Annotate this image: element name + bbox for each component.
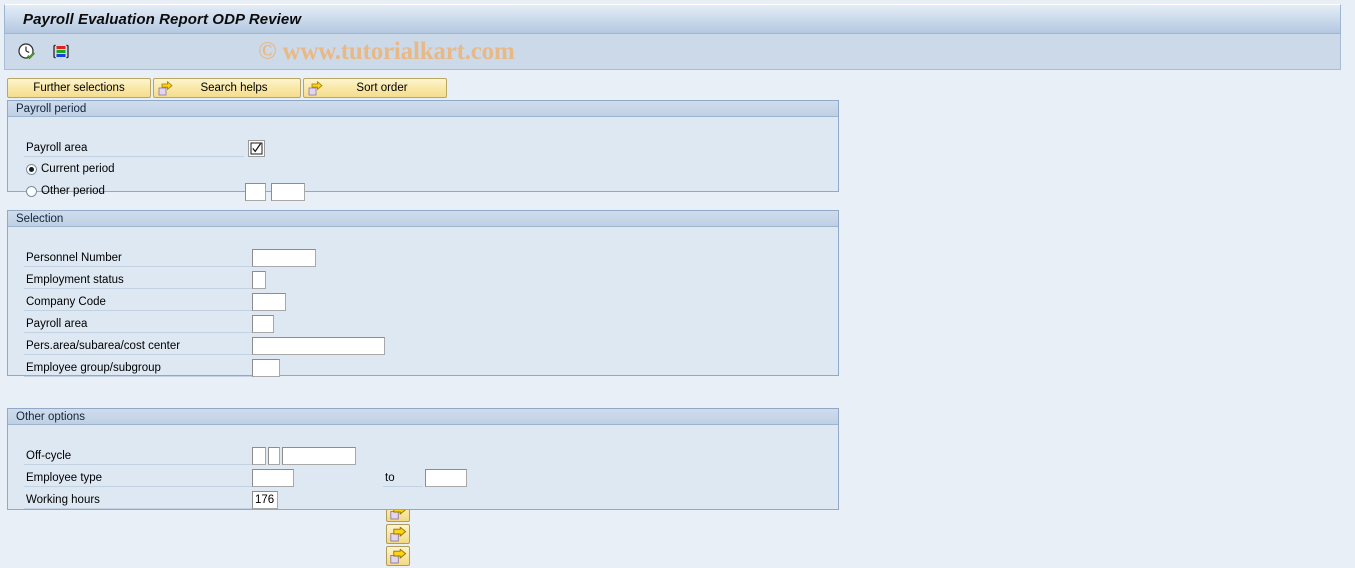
sort-order-button[interactable]: Sort order (303, 78, 447, 98)
field-row-employee-type: Employee type (24, 469, 252, 487)
yellow-arrow-icon (308, 80, 324, 100)
field-row-off-cycle: Off-cycle (24, 447, 252, 465)
label-pers-area: Pers.area/subarea/cost center (24, 337, 252, 355)
sap-selection-screen: Payroll Evaluation Report ODP Review © w… (0, 0, 1355, 568)
search-helps-button[interactable]: Search helps (153, 78, 301, 98)
group-selection: Selection Personnel Number Employment st… (7, 210, 839, 566)
search-helps-label: Search helps (200, 82, 268, 94)
group-title-other-options: Other options (8, 409, 838, 425)
window-title-bar: Payroll Evaluation Report ODP Review (4, 4, 1341, 34)
radio-indicator-other-period (26, 185, 37, 197)
label-employee-type: Employee type (24, 469, 252, 487)
field-row-employment-status: Employment status (24, 271, 252, 289)
other-period-input-2[interactable] (271, 183, 305, 201)
further-selections-label: Further selections (33, 82, 125, 94)
input-company-code[interactable] (252, 293, 286, 311)
field-row-pers-area: Pers.area/subarea/cost center (24, 337, 252, 355)
execute-clock-icon[interactable] (15, 40, 39, 64)
label-current-period: Current period (41, 163, 115, 175)
label-payroll-area: Payroll area (24, 139, 244, 157)
radio-other-period[interactable]: Other period (26, 185, 105, 197)
input-off-cycle-2[interactable] (268, 447, 280, 465)
label-employment-status: Employment status (24, 271, 252, 289)
group-other-options: Other options Off-cycle Employee type to (7, 408, 839, 510)
input-off-cycle-1[interactable] (252, 447, 266, 465)
other-period-input-1[interactable] (245, 183, 266, 201)
sort-order-label: Sort order (356, 82, 408, 94)
label-off-cycle: Off-cycle (24, 447, 252, 465)
label-working-hours: Working hours (24, 491, 252, 509)
input-off-cycle-3[interactable] (282, 447, 356, 465)
field-row-employee-group: Employee group/subgroup (24, 359, 252, 377)
further-selections-button[interactable]: Further selections (7, 78, 151, 98)
label-company-code: Company Code (24, 293, 252, 311)
label-selection-payroll-area: Payroll area (24, 315, 252, 333)
function-button-row: Further selections Search helps Sort ord… (7, 78, 447, 98)
field-row-working-hours: Working hours (24, 491, 252, 509)
input-employment-status[interactable] (252, 271, 266, 289)
yellow-arrow-icon (158, 80, 174, 100)
multi-select-button-payroll-area[interactable] (386, 524, 410, 544)
application-toolbar (4, 34, 1341, 70)
multi-select-button-pers-area[interactable] (386, 546, 410, 566)
group-payroll-period: Payroll period Payroll area Current peri… (7, 100, 839, 201)
radio-current-period[interactable]: Current period (26, 163, 115, 175)
input-employee-type-from[interactable] (252, 469, 294, 487)
input-personnel-number[interactable] (252, 249, 316, 267)
label-employee-group: Employee group/subgroup (24, 359, 252, 377)
field-row-payroll-area: Payroll area (24, 139, 265, 157)
field-row-personnel-number: Personnel Number (24, 249, 252, 267)
checkbox-check-icon[interactable] (248, 139, 265, 157)
group-title-payroll-period: Payroll period (8, 101, 838, 117)
input-working-hours[interactable] (252, 491, 278, 509)
group-title-selection: Selection (8, 211, 838, 227)
label-personnel-number: Personnel Number (24, 249, 252, 267)
color-bars-icon[interactable] (49, 40, 73, 64)
input-employee-group[interactable] (252, 359, 280, 377)
page-title: Payroll Evaluation Report ODP Review (23, 10, 302, 28)
field-row-company-code: Company Code (24, 293, 252, 311)
label-to: to (383, 469, 423, 487)
field-row-payroll-area: Payroll area (24, 315, 252, 333)
input-selection-payroll-area[interactable] (252, 315, 274, 333)
label-other-period: Other period (41, 185, 105, 197)
radio-indicator-current-period (26, 163, 37, 175)
input-employee-type-to[interactable] (425, 469, 467, 487)
input-pers-area[interactable] (252, 337, 385, 355)
